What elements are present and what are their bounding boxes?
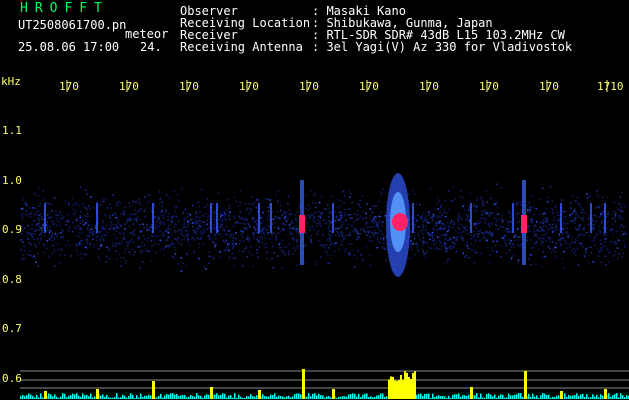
x-tick: 1710 bbox=[597, 80, 624, 93]
echo-streak bbox=[470, 203, 472, 233]
echo-streak bbox=[560, 203, 562, 233]
y-tick: 0.6 bbox=[2, 372, 22, 385]
echo-streak bbox=[96, 203, 98, 233]
x-tick: 170 bbox=[119, 80, 139, 93]
echo-streak bbox=[412, 203, 414, 233]
x-tick: 170 bbox=[299, 80, 319, 93]
x-tick: 170 bbox=[419, 80, 439, 93]
counter-spike bbox=[604, 389, 607, 399]
counter-spike bbox=[332, 389, 335, 399]
meteor-echo-core bbox=[521, 215, 527, 233]
x-tick: 170 bbox=[179, 80, 199, 93]
y-tick: 1.0 bbox=[2, 174, 22, 187]
x-tick: 170 bbox=[239, 80, 259, 93]
echo-streak bbox=[44, 203, 46, 233]
echo-streak bbox=[270, 203, 272, 233]
counter-spike bbox=[396, 380, 398, 399]
y-tick: 1.1 bbox=[2, 124, 22, 137]
counter-spike bbox=[398, 380, 400, 399]
y-tick: 0.8 bbox=[2, 273, 22, 286]
spectrogram-plot bbox=[20, 80, 629, 399]
x-tick: 170 bbox=[479, 80, 499, 93]
echo-streak bbox=[152, 203, 154, 233]
x-tick: 170 bbox=[59, 80, 79, 93]
counter-spike bbox=[96, 389, 99, 399]
echo-streak bbox=[512, 203, 514, 233]
counter-spike bbox=[414, 371, 416, 399]
counter-spike bbox=[524, 371, 527, 399]
counter-spike bbox=[404, 371, 406, 399]
counter-spike bbox=[210, 387, 213, 399]
counter-spike bbox=[560, 391, 563, 399]
hrofft-screen: HROFFT UT2508061700.pn meteor 25.08.06 1… bbox=[0, 0, 629, 400]
meteor-echo-large-core bbox=[392, 213, 408, 231]
counter-spike bbox=[394, 380, 396, 399]
counter-spike bbox=[400, 375, 402, 399]
counter-spike bbox=[408, 377, 410, 399]
counter-spike bbox=[410, 379, 412, 399]
echo-streak bbox=[210, 203, 212, 233]
echo-streak bbox=[332, 203, 334, 233]
counter-baseline bbox=[20, 393, 629, 399]
counter-spike bbox=[392, 376, 394, 399]
echo-streak bbox=[216, 203, 218, 233]
noise-band bbox=[20, 183, 627, 272]
meteor-echo-core bbox=[299, 215, 305, 233]
counter-spike bbox=[402, 379, 404, 399]
echo-streak bbox=[590, 203, 592, 233]
counter-spike bbox=[470, 387, 473, 399]
y-tick: 0.9 bbox=[2, 223, 22, 236]
y-tick: 0.7 bbox=[2, 322, 22, 335]
counter-spike bbox=[152, 381, 155, 399]
counter-spike bbox=[388, 379, 390, 399]
counter-spike bbox=[390, 376, 392, 399]
counter-spike bbox=[412, 372, 414, 399]
echo-streak bbox=[258, 203, 260, 233]
y-axis-unit: kHz bbox=[1, 75, 21, 88]
x-tick: 170 bbox=[359, 80, 379, 93]
counter-spike bbox=[44, 391, 47, 399]
counter-spike bbox=[302, 369, 305, 399]
counter-spike bbox=[258, 390, 261, 399]
echo-streak bbox=[604, 203, 606, 233]
counter-spike bbox=[406, 372, 408, 399]
x-tick: 170 bbox=[539, 80, 559, 93]
